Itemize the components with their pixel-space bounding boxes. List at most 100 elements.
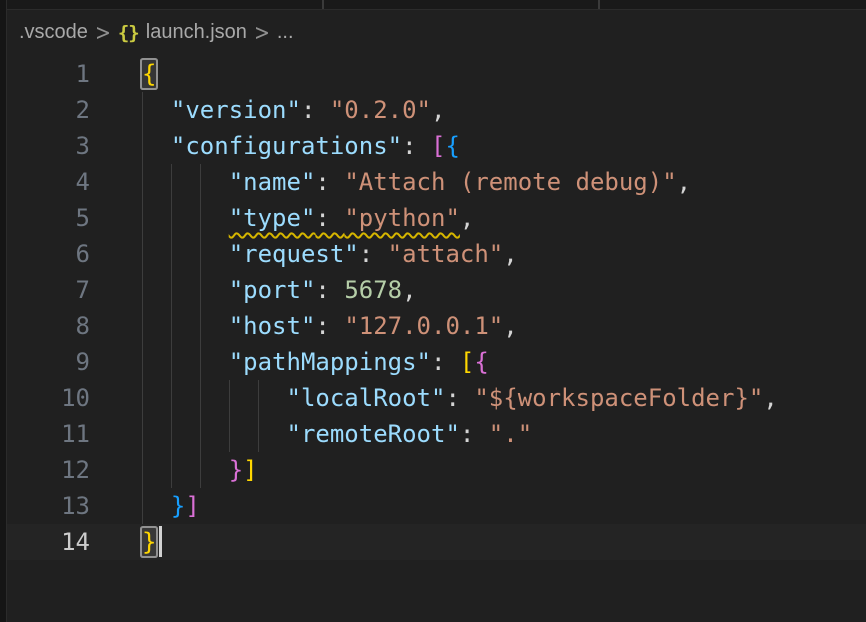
line-number[interactable]: 11: [7, 416, 90, 452]
token: {: [474, 348, 488, 376]
indent-guide: [142, 308, 143, 344]
code-line[interactable]: 4 "name": "Attach (remote debug)",: [7, 164, 866, 200]
token: "pathMappings": [229, 348, 431, 376]
token: "remoteRoot": [287, 420, 460, 448]
indent-guide: [142, 488, 143, 524]
code-line[interactable]: 12 }]: [7, 452, 866, 488]
line-number[interactable]: 6: [7, 236, 90, 272]
code-content: "localRoot": "${workspaceFolder}",: [90, 380, 866, 416]
token: "localRoot": [287, 384, 446, 412]
code-line[interactable]: 14}: [7, 524, 866, 560]
indent-guide: [142, 380, 143, 416]
code-line[interactable]: 13 }]: [7, 488, 866, 524]
line-number[interactable]: 13: [7, 488, 90, 524]
token: "type": [229, 204, 316, 232]
token: [142, 312, 229, 340]
token: ,: [402, 276, 416, 304]
code-line[interactable]: 2 "version": "0.2.0",: [7, 92, 866, 128]
indent-guide: [200, 236, 201, 272]
token: :: [301, 96, 330, 124]
token: :: [315, 276, 344, 304]
breadcrumb-file[interactable]: launch.json: [146, 21, 247, 44]
code-line[interactable]: 8 "host": "127.0.0.1",: [7, 308, 866, 344]
indent-guide: [142, 92, 143, 128]
indent-guide: [200, 200, 201, 236]
line-number[interactable]: 12: [7, 452, 90, 488]
line-number[interactable]: 1: [7, 56, 90, 92]
line-number[interactable]: 10: [7, 380, 90, 416]
breadcrumb-folder[interactable]: .vscode: [19, 21, 88, 44]
indent-guide: [142, 344, 143, 380]
code-line[interactable]: 6 "request": "attach",: [7, 236, 866, 272]
editor-lines[interactable]: 1{2 "version": "0.2.0",3 "configurations…: [7, 56, 866, 560]
indent-guide: [171, 272, 172, 308]
code-content: "configurations": [{: [90, 128, 866, 164]
bracket-match: {: [142, 60, 156, 88]
code-line[interactable]: 10 "localRoot": "${workspaceFolder}",: [7, 380, 866, 416]
code-content: "host": "127.0.0.1",: [90, 308, 866, 344]
token: "0.2.0": [330, 96, 431, 124]
token: [142, 132, 171, 160]
token: {: [445, 132, 459, 160]
token: }: [229, 456, 243, 484]
token: [142, 456, 229, 484]
token: ,: [763, 384, 777, 412]
token: :: [315, 312, 344, 340]
code-line[interactable]: 3 "configurations": [{: [7, 128, 866, 164]
indent-guide: [142, 200, 143, 236]
indent-guide: [142, 164, 143, 200]
line-number[interactable]: 3: [7, 128, 90, 164]
code-line[interactable]: 11 "remoteRoot": ".": [7, 416, 866, 452]
token: ,: [431, 96, 445, 124]
token: [142, 348, 229, 376]
indent-guide: [142, 416, 143, 452]
indent-guide: [200, 380, 201, 416]
indent-guide: [142, 272, 143, 308]
line-number[interactable]: 7: [7, 272, 90, 308]
token: "127.0.0.1": [344, 312, 503, 340]
indent-guide: [142, 452, 143, 488]
tab-separator: [598, 0, 600, 9]
indent-guide: [171, 236, 172, 272]
breadcrumbs: .vscode > {} launch.json > ...: [7, 10, 866, 55]
code-line[interactable]: 1{: [7, 56, 866, 92]
line-number[interactable]: 5: [7, 200, 90, 236]
indent-guide: [142, 128, 143, 164]
warning-squiggle: "type": "python": [229, 204, 460, 232]
indent-guide: [171, 416, 172, 452]
line-number[interactable]: 9: [7, 344, 90, 380]
token: [: [431, 132, 445, 160]
indent-guide: [200, 308, 201, 344]
token: ,: [677, 168, 691, 196]
editor-group-border: [0, 0, 7, 622]
code-line[interactable]: 5 "type": "python",: [7, 200, 866, 236]
token: ,: [460, 204, 474, 232]
token: "${workspaceFolder}": [474, 384, 763, 412]
line-number[interactable]: 8: [7, 308, 90, 344]
indent-guide: [200, 164, 201, 200]
breadcrumb-symbol-ellipsis[interactable]: ...: [277, 21, 294, 44]
indent-guide: [171, 308, 172, 344]
line-number[interactable]: 4: [7, 164, 90, 200]
token: [142, 420, 287, 448]
indent-guide: [229, 416, 230, 452]
line-number[interactable]: 2: [7, 92, 90, 128]
vscode-editor-window: .vscode > {} launch.json > ... 1{2 "vers…: [0, 0, 866, 622]
token: "name": [229, 168, 316, 196]
line-number[interactable]: 14: [7, 524, 90, 560]
tab-bar-edge: [0, 0, 866, 10]
token: :: [402, 132, 431, 160]
token: :: [460, 420, 489, 448]
bracket-match: }: [142, 528, 156, 556]
indent-guide: [171, 452, 172, 488]
code-content: "version": "0.2.0",: [90, 92, 866, 128]
token: "Attach (remote debug)": [344, 168, 676, 196]
token: ,: [503, 240, 517, 268]
token: [142, 276, 229, 304]
code-line[interactable]: 9 "pathMappings": [{: [7, 344, 866, 380]
code-content: "type": "python",: [90, 200, 866, 236]
token: 5678: [344, 276, 402, 304]
token: [142, 384, 287, 412]
code-line[interactable]: 7 "port": 5678,: [7, 272, 866, 308]
indent-guide: [171, 344, 172, 380]
